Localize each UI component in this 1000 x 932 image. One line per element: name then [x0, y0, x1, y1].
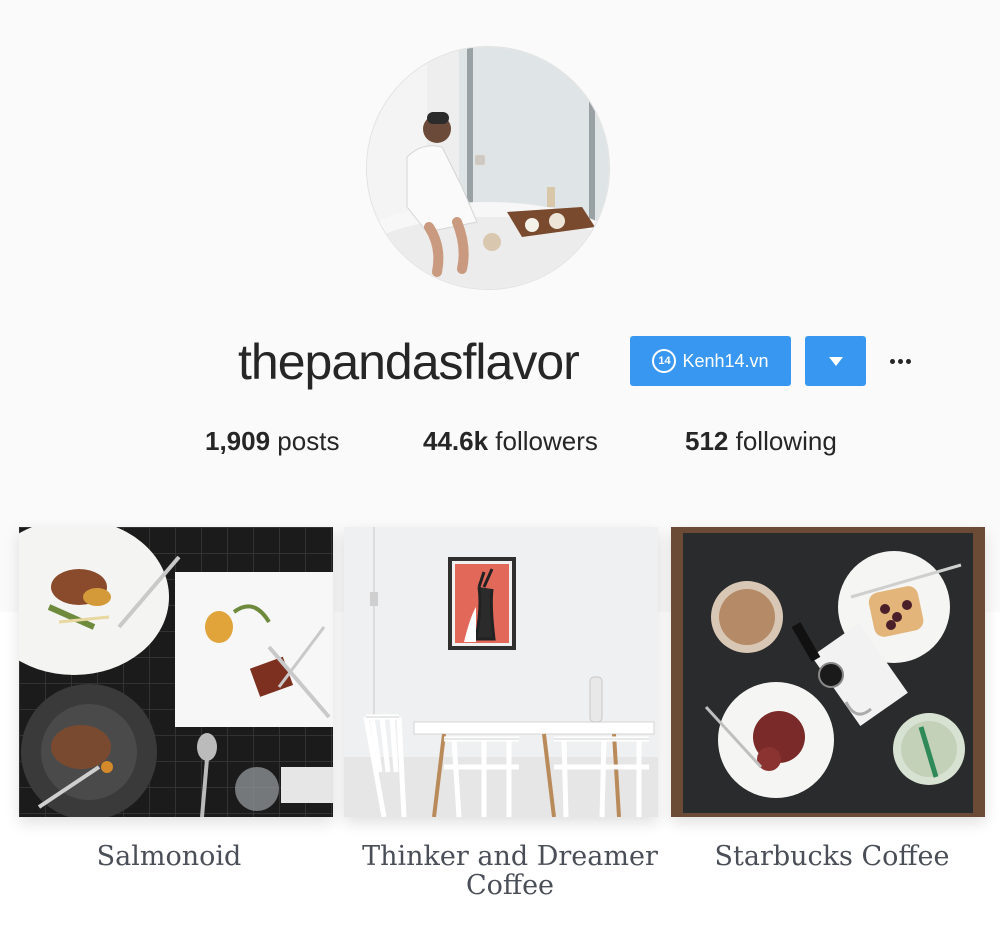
following-label: following: [728, 426, 837, 456]
triangle-down-icon: [828, 356, 843, 366]
post-thumbnail[interactable]: [671, 527, 985, 817]
followers-count: 44.6k: [423, 426, 489, 456]
more-options-dot: [897, 358, 903, 364]
posts-label: posts: [270, 426, 340, 456]
post-photo-starbucks-flatlay: [671, 527, 985, 817]
profile-stats: 1,909 posts 44.6k followers 512 followin…: [0, 426, 1000, 466]
followers-stat[interactable]: 44.6k followers: [423, 426, 598, 457]
follow-button-label: Kenh14.vn: [682, 350, 769, 371]
following-stat[interactable]: 512 following: [685, 426, 837, 457]
profile-username: thepandasflavor: [238, 334, 580, 390]
more-options-button[interactable]: [884, 345, 916, 377]
profile-avatar[interactable]: [366, 46, 610, 290]
kenh14-logo-icon: 14: [652, 349, 677, 373]
more-options-icon: [889, 358, 895, 364]
follow-button[interactable]: 14 Kenh14.vn: [630, 336, 791, 386]
post-caption: Salmonoid: [96, 841, 242, 872]
more-options-dot: [905, 358, 911, 364]
post-photo-salmon-dish: [19, 527, 333, 817]
following-count: 512: [685, 426, 729, 456]
post-thumbnail[interactable]: [19, 527, 333, 817]
followers-label: followers: [488, 426, 598, 456]
avatar-photo: [367, 47, 609, 289]
suggestions-dropdown-button[interactable]: [805, 336, 866, 386]
post-caption: Thinker and Dreamer Coffee: [362, 841, 658, 901]
post-thumbnail[interactable]: [344, 527, 658, 817]
posts-count: 1,909: [205, 426, 271, 456]
post-photo-white-cafe: [344, 527, 658, 817]
post-caption: Starbucks Coffee: [714, 841, 950, 872]
posts-stat: 1,909 posts: [205, 426, 339, 457]
